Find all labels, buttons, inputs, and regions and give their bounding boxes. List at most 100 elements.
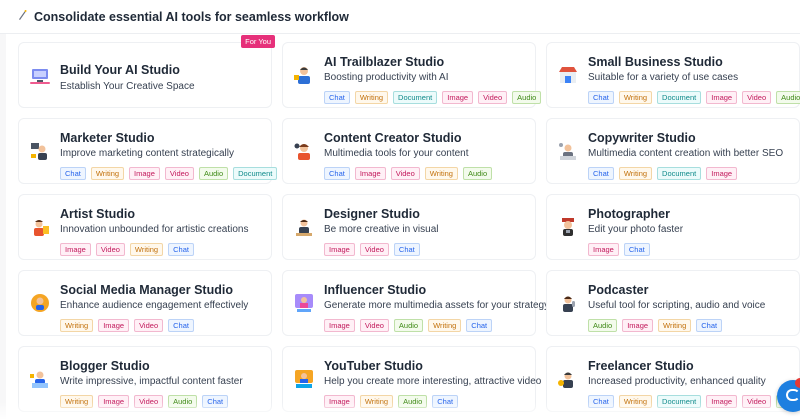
studio-card[interactable]: Influencer Studio Generate more multimedi… [282,270,550,336]
studio-card[interactable]: Designer Studio Be more creative in visua… [282,194,536,260]
tag-image: Image [706,91,738,104]
tag-document: Document [393,91,438,104]
tag-video: Video [478,91,508,104]
studio-name: Build Your AI Studio [60,63,180,77]
tag-chat: Chat [393,243,420,256]
studio-name: YouTuber Studio [324,359,423,373]
tag-writing: Writing [658,319,692,332]
tag-list: Image Video Chat [324,243,527,256]
studio-description: Generate more multimedia assets for your… [324,300,550,311]
tag-image: Image [324,243,355,256]
tag-image: Image [588,243,619,256]
studio-description: Edit your photo faster [588,224,684,235]
tag-writing: Writing [618,167,653,180]
tag-list: Chat Writing Image Video Audio Document [60,167,278,180]
tag-document: Document [657,91,702,104]
studio-name: Podcaster [588,283,649,297]
tag-chat: Chat [466,319,493,332]
tag-audio: Audio [393,319,424,332]
page: Consolidate essential AI tools for seaml… [0,0,800,420]
tag-audio: Audio [776,91,800,104]
tag-list: Audio Image Writing Chat [588,319,791,332]
tag-chat: Chat [168,319,194,332]
tag-audio: Audio [198,167,229,180]
tag-writing: Writing [129,243,164,256]
studio-card[interactable]: Small Business Studio Suitable for a vari… [546,42,800,108]
tag-list: Image Chat [588,243,791,256]
studio-description: Multimedia content creation with better … [588,148,784,159]
studio-description: Be more creative in visual [324,224,439,235]
tag-chat: Chat [588,91,614,104]
content-creator-icon [293,140,315,162]
studio-card[interactable]: Build Your AI Studio Establish Your Creat… [18,35,275,108]
studio-description: Innovation unbounded for artistic creati… [60,224,249,235]
shop-icon [557,64,579,86]
robot-user-icon [293,64,315,86]
tag-video: Video [164,167,194,180]
tag-chat: Chat [324,91,350,104]
tag-image: Image [354,167,386,180]
tag-list: Writing Image Video Chat [60,319,263,332]
studio-name: Artist Studio [60,207,135,221]
tag-list: Chat Writing Document Image Video Audio [324,91,542,104]
influencer-icon [293,292,315,314]
tag-chat: Chat [623,243,650,256]
studio-name: Freelancer Studio [588,359,694,373]
tag-image: Image [442,91,474,104]
studio-card[interactable]: Copywriter Studio Multimedia content crea… [546,118,800,184]
tag-document: Document [657,167,702,180]
tag-document: Document [233,167,278,180]
studio-name: Content Creator Studio [324,131,462,145]
studio-name: Small Business Studio [588,55,723,69]
studio-card[interactable]: AI Trailblazer Studio Boosting productivi… [282,42,542,108]
tag-list: Image Video Audio Writing Chat [324,319,527,332]
studio-card[interactable]: Podcaster Useful tool for scripting, audi… [546,270,800,336]
tag-writing: Writing [428,319,462,332]
studio-card[interactable]: Artist Studio Innovation unbounded for ar… [18,194,272,260]
studio-name: Photographer [588,207,670,221]
bottom-fade [0,402,800,420]
tag-writing: Writing [60,319,94,332]
studio-name: AI Trailblazer Studio [324,55,445,69]
studio-card[interactable]: Content Creator Studio Multimedia tools f… [282,118,536,184]
tag-list: Chat Image Video Writing Audio [324,167,527,180]
studio-card[interactable]: Photographer Edit your photo faster Image C… [546,194,800,260]
studio-description: Multimedia tools for your content [324,148,469,159]
section-title: Consolidate essential AI tools for seaml… [34,9,349,24]
studio-name: Blogger Studio [60,359,150,373]
studio-description: Boosting productivity with AI [324,72,449,83]
tag-list: Chat Writing Document Image Video Audio [588,91,800,104]
tag-audio: Audio [462,167,493,180]
tag-writing: Writing [424,167,458,180]
tag-chat: Chat [696,319,723,332]
tag-chat: Chat [588,167,614,180]
tag-chat: Chat [324,167,350,180]
studio-card[interactable]: Marketer Studio Improve marketing content… [18,118,278,184]
designer-icon [293,216,315,238]
photographer-icon [557,216,579,238]
tag-image: Image [706,167,738,180]
tag-list: Image Video Writing Chat [60,243,263,256]
studio-description: Improve marketing content strategically [60,148,234,159]
section-header: Consolidate essential AI tools for seaml… [0,0,800,34]
tag-chat: Chat [168,243,194,256]
tag-writing: Writing [354,91,389,104]
studios-panel: Build Your AI Studio Establish Your Creat… [6,34,800,420]
studio-card[interactable]: Social Media Manager Studio Enhance audie… [18,270,272,336]
tag-image: Image [129,167,160,180]
studio-description: Suitable for a variety of use cases [588,72,739,83]
studio-name: Influencer Studio [324,283,427,297]
studio-name: Designer Studio [324,207,420,221]
magic-wand-icon [17,9,29,24]
computer-icon [29,64,51,86]
studio-description: Increased productivity, enhanced quality [588,376,766,387]
tag-writing: Writing [90,167,125,180]
chat-bubble-icon [786,389,800,401]
studio-description: Establish Your Creative Space [60,81,195,92]
tag-audio: Audio [512,91,542,104]
tag-video: Video [95,243,125,256]
tag-image: Image [98,319,130,332]
marketer-icon [29,140,51,162]
notification-dot [795,378,800,388]
artist-icon [29,216,51,238]
